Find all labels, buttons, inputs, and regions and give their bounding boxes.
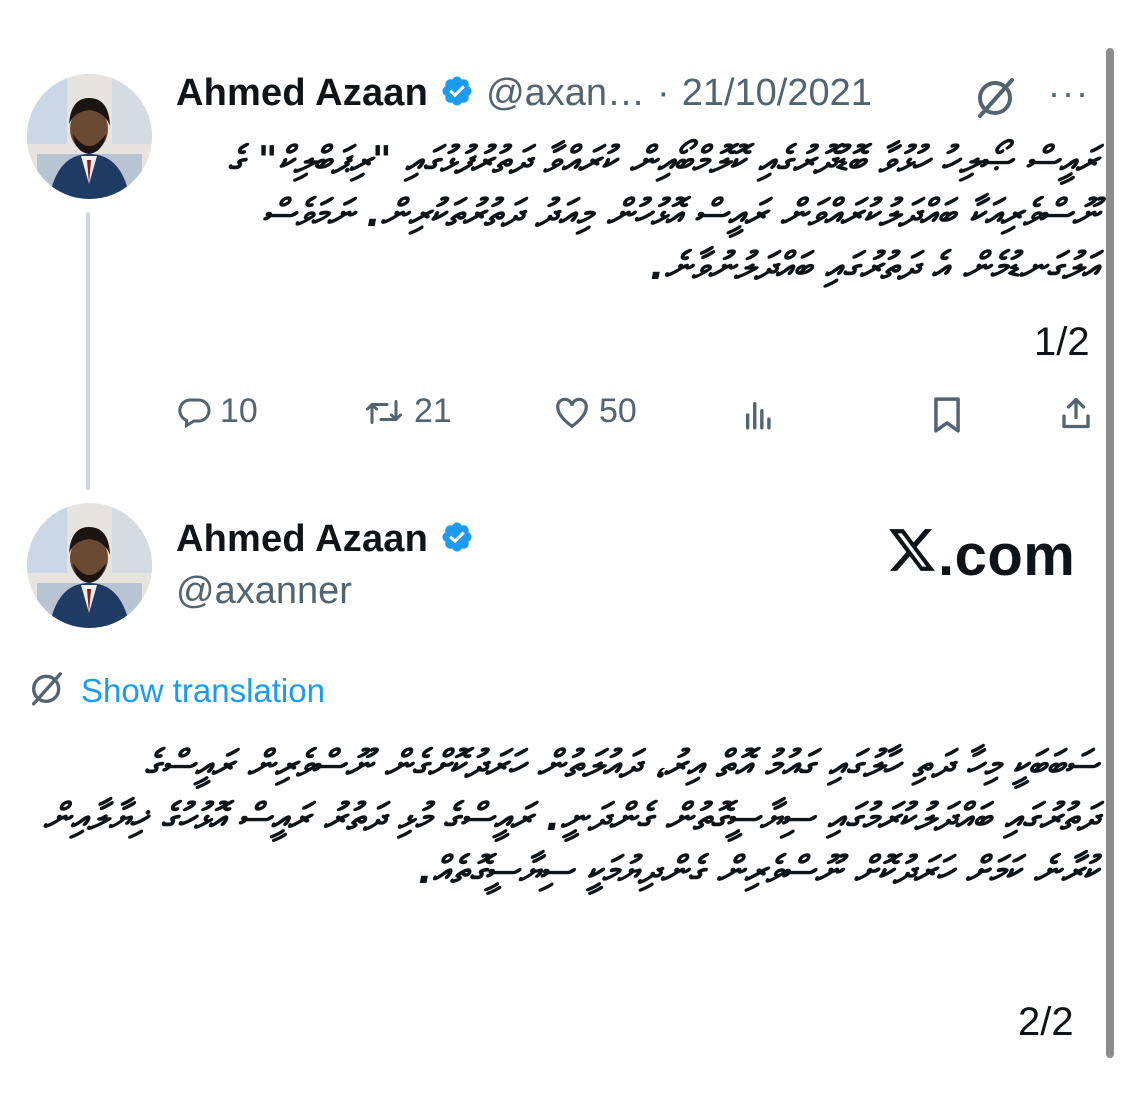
scrollbar[interactable]: [1106, 48, 1114, 1058]
avatar[interactable]: [27, 74, 152, 199]
like-count: 50: [599, 392, 637, 430]
show-translation-label[interactable]: Show translation: [81, 672, 325, 710]
tweet-text: ސަބަބަކީ މިހާ ދަތި ހާލުގައި ގައުމު އޮތް …: [43, 742, 1098, 892]
x-logo: [886, 522, 938, 589]
thread-counter: 2/2: [1018, 1000, 1074, 1044]
repost-count: 21: [414, 392, 452, 430]
verified-badge-icon: [440, 520, 474, 559]
reply-count: 10: [220, 392, 258, 430]
x-com-watermark: .com: [886, 522, 1075, 589]
separator: ·: [657, 72, 670, 114]
reply-icon: [176, 394, 212, 430]
author-handle[interactable]: @axan…: [486, 72, 645, 115]
translate-icon: [27, 668, 67, 713]
translate-icon[interactable]: [972, 74, 1020, 125]
author-name[interactable]: Ahmed Azaan: [176, 518, 428, 561]
views-icon[interactable]: [742, 398, 776, 437]
show-translation-link[interactable]: Show translation: [27, 668, 325, 713]
repost-icon: [362, 394, 406, 430]
author-name[interactable]: Ahmed Azaan: [176, 72, 428, 115]
share-icon[interactable]: [1058, 394, 1094, 437]
like-button[interactable]: 50: [553, 392, 637, 431]
repost-button[interactable]: 21: [362, 392, 452, 431]
watermark-text: .com: [938, 523, 1076, 588]
avatar[interactable]: [27, 503, 152, 628]
bookmark-icon[interactable]: [930, 396, 964, 439]
thread-connector: [86, 212, 90, 490]
like-icon: [553, 394, 591, 430]
tweet-text: ރައީސް ޞޯލިހު ހުޅުވާ ބޮޑުދޮރުގެއި ކޮލޮމް…: [227, 138, 1098, 288]
verified-badge-icon: [440, 74, 474, 113]
author-handle[interactable]: @axanner: [176, 570, 352, 613]
more-icon[interactable]: ···: [1048, 72, 1090, 114]
thread-counter: 1/2: [1034, 320, 1090, 364]
reply-button[interactable]: 10: [176, 392, 258, 431]
tweet-date[interactable]: 21/10/2021: [682, 72, 872, 115]
